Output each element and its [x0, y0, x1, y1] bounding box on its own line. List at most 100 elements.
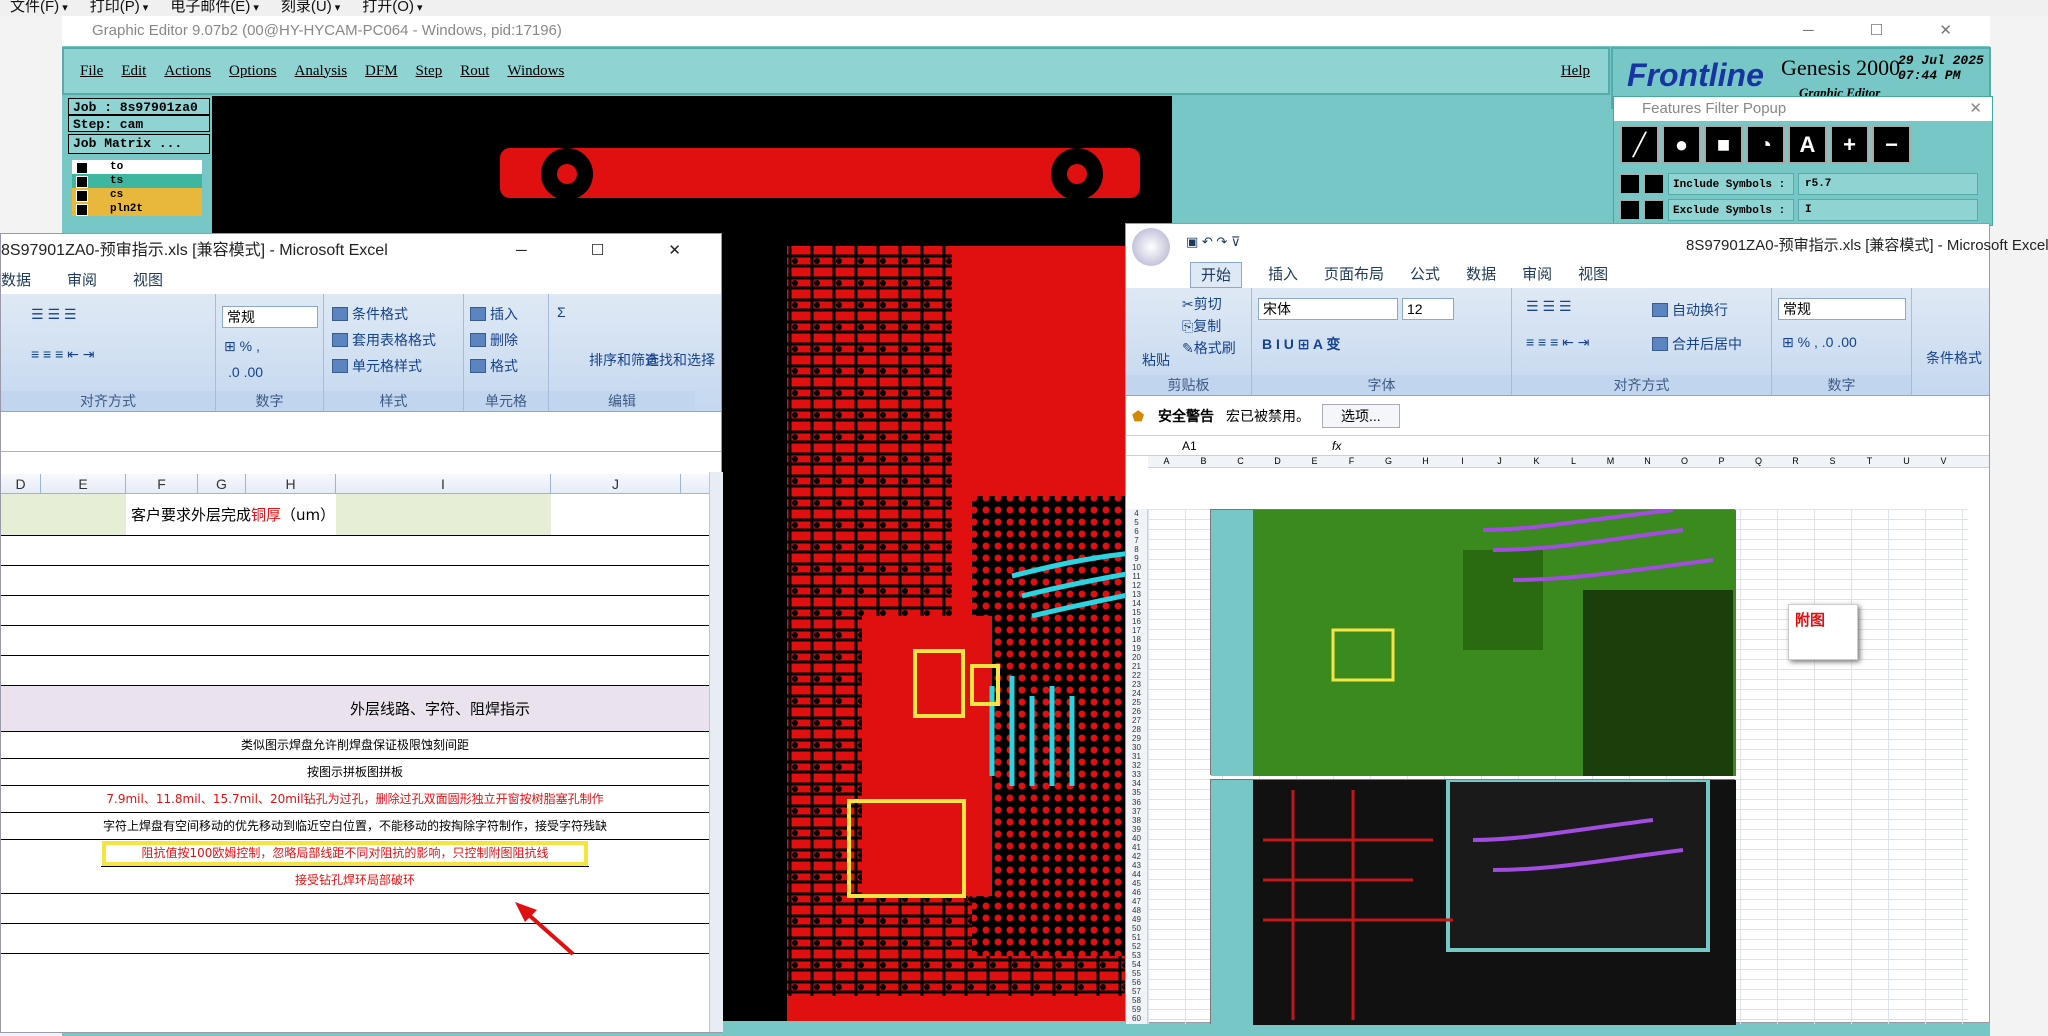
col-header-g[interactable]: G	[198, 474, 246, 494]
select-arrow-icon[interactable]	[1644, 174, 1664, 194]
col-header[interactable]: B	[1185, 456, 1222, 466]
row-header[interactable]: 8	[1126, 545, 1147, 554]
arc-type-button[interactable]: ◔	[1746, 125, 1785, 164]
row-header[interactable]: 42	[1126, 852, 1147, 861]
col-header[interactable]: K	[1518, 456, 1555, 466]
row-header[interactable]: 59	[1126, 1005, 1147, 1014]
row-header[interactable]: 28	[1126, 725, 1147, 734]
col-header[interactable]: U	[1888, 456, 1925, 466]
percent-icon[interactable]: ⊞ % ,	[224, 338, 260, 355]
menu-actions[interactable]: Actions	[164, 63, 211, 80]
row-header[interactable]: 15	[1126, 608, 1147, 617]
align-icons[interactable]: ☰ ☰ ☰	[1526, 298, 1571, 315]
tab-insert[interactable]: 插入	[1268, 262, 1298, 288]
row-header[interactable]: 37	[1126, 807, 1147, 816]
sheet-grid[interactable]: 客户要求外层完成铜厚（um） 外层线路、字符、阻焊指示 类似图示焊盘允许削焊盘保…	[1, 494, 709, 954]
delete-button[interactable]: 删除	[470, 330, 518, 350]
font-size-select[interactable]: 12	[1402, 298, 1454, 320]
row-header[interactable]: 12	[1126, 581, 1147, 590]
menu-windows[interactable]: Windows	[507, 63, 564, 80]
name-box[interactable]: A1	[1182, 436, 1197, 456]
text-type-button[interactable]: A	[1788, 125, 1827, 164]
row-header[interactable]: 33	[1126, 770, 1147, 779]
menu-rout[interactable]: Rout	[460, 63, 489, 80]
col-header-h[interactable]: H	[246, 474, 336, 494]
menu-options[interactable]: Options	[229, 63, 277, 80]
row-header[interactable]: 14	[1126, 599, 1147, 608]
col-header[interactable]: V	[1925, 456, 1962, 466]
row-header[interactable]: 32	[1126, 761, 1147, 770]
row-header[interactable]: 31	[1126, 752, 1147, 761]
row-header[interactable]: 51	[1126, 933, 1147, 942]
col-header[interactable]: L	[1555, 456, 1592, 466]
row-header[interactable]: 26	[1126, 707, 1147, 716]
tab-page-layout[interactable]: 页面布局	[1324, 262, 1384, 288]
col-header[interactable]: N	[1629, 456, 1666, 466]
bold-italic-underline-icons[interactable]: B I U ⊞ A 变	[1262, 334, 1340, 354]
menu-step[interactable]: Step	[416, 63, 443, 80]
row-header[interactable]: 25	[1126, 698, 1147, 707]
formula-bar[interactable]	[1, 412, 721, 452]
row-header[interactable]: 40	[1126, 834, 1147, 843]
tab-data[interactable]: 数据	[1, 268, 31, 294]
surface-type-button[interactable]: ■	[1704, 125, 1743, 164]
col-header[interactable]: I	[1444, 456, 1481, 466]
col-header[interactable]: G	[1370, 456, 1407, 466]
row-header[interactable]: 24	[1126, 689, 1147, 698]
row-header[interactable]: 46	[1126, 888, 1147, 897]
col-header[interactable]: P	[1703, 456, 1740, 466]
sheet-grid[interactable]: 附图	[1148, 509, 1968, 1025]
decimal-icon[interactable]: .0 .00	[228, 364, 263, 380]
tab-view[interactable]: 视图	[133, 268, 163, 294]
col-header[interactable]: F	[1333, 456, 1370, 466]
include-symbols-field[interactable]: r5.7	[1798, 173, 1978, 195]
row-header[interactable]: 50	[1126, 924, 1147, 933]
copy-button[interactable]: ⎘复制	[1182, 316, 1221, 336]
menu-edit[interactable]: Edit	[121, 63, 146, 80]
line-type-button[interactable]: ╱	[1620, 125, 1659, 164]
tab-review[interactable]: 审阅	[1522, 262, 1552, 288]
row-header[interactable]: 13	[1126, 590, 1147, 599]
col-header-i[interactable]: I	[336, 474, 551, 494]
row-header[interactable]: 60	[1126, 1014, 1147, 1023]
row-header[interactable]: 54	[1126, 960, 1147, 969]
row-header[interactable]: 27	[1126, 716, 1147, 725]
row-header[interactable]: 47	[1126, 897, 1147, 906]
row-header[interactable]: 10	[1126, 563, 1147, 572]
fx-icon[interactable]: fx	[1332, 436, 1341, 456]
col-header[interactable]: R	[1777, 456, 1814, 466]
row-header[interactable]: 19	[1126, 644, 1147, 653]
format-painter-button[interactable]: ✎格式刷	[1182, 338, 1236, 358]
number-format-select[interactable]: 常规	[1778, 298, 1906, 320]
tab-review[interactable]: 审阅	[67, 268, 97, 294]
menu-open[interactable]: 打开(O)	[362, 0, 422, 16]
tab-formulas[interactable]: 公式	[1410, 262, 1440, 288]
col-header[interactable]: M	[1592, 456, 1629, 466]
layer-to[interactable]: to	[72, 160, 202, 174]
quick-access-icons[interactable]: ▣ ↶ ↷ ⊽	[1186, 234, 1240, 250]
row-header[interactable]: 23	[1126, 680, 1147, 689]
menu-email[interactable]: 电子邮件(E)	[170, 0, 259, 16]
row-header[interactable]: 53	[1126, 951, 1147, 960]
menu-analysis[interactable]: Analysis	[295, 63, 348, 80]
col-header[interactable]: C	[1222, 456, 1259, 466]
sum-icon[interactable]: Σ	[557, 304, 566, 320]
row-header[interactable]: 20	[1126, 653, 1147, 662]
row-header[interactable]: 55	[1126, 969, 1147, 978]
number-format-select[interactable]: 常规	[222, 306, 318, 328]
pad-type-button[interactable]: ●	[1662, 125, 1701, 164]
row-header[interactable]: 57	[1126, 987, 1147, 996]
row-header[interactable]: 22	[1126, 671, 1147, 680]
row-header[interactable]: 45	[1126, 879, 1147, 888]
positive-button[interactable]: +	[1830, 125, 1869, 164]
select-arrow-icon[interactable]	[1620, 174, 1640, 194]
align-left-icon[interactable]: ≡ ≡ ≡ ⇤ ⇥	[31, 346, 95, 363]
row-header[interactable]: 21	[1126, 662, 1147, 671]
tab-home[interactable]: 开始	[1190, 262, 1243, 288]
wrap-text-button[interactable]: 自动换行	[1652, 300, 1728, 320]
row-header[interactable]: 4	[1126, 509, 1147, 518]
row-header[interactable]: 44	[1126, 870, 1147, 879]
row-header[interactable]: 30	[1126, 743, 1147, 752]
menu-file[interactable]: 文件(F)	[10, 0, 68, 16]
percent-icons[interactable]: ⊞ % , .0 .00	[1782, 334, 1857, 351]
